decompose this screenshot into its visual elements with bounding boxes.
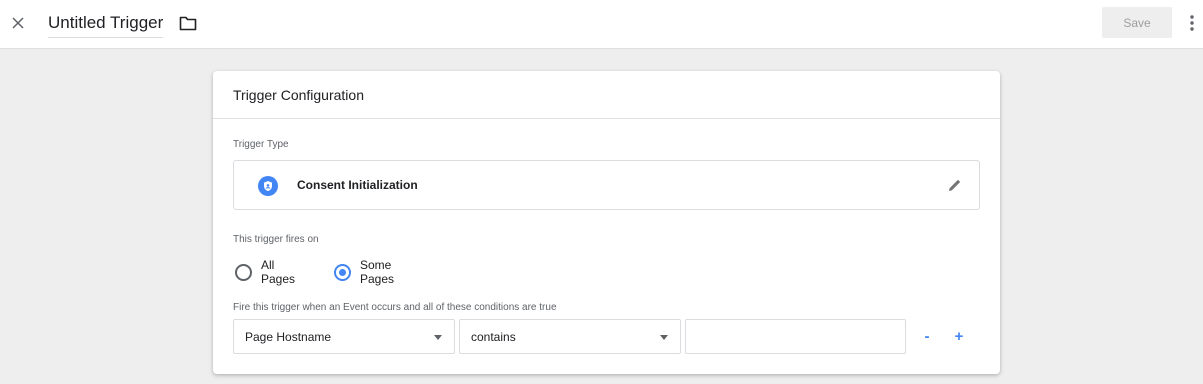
add-condition-button[interactable]: + (949, 326, 969, 346)
radio-all-pages-label: All Pages (261, 258, 296, 286)
pencil-icon[interactable] (946, 176, 964, 194)
radio-some-pages-label: Some Pages (360, 258, 395, 286)
conditions-label: Fire this trigger when an Event occurs a… (233, 302, 557, 313)
dropdown-arrow-icon (660, 335, 668, 340)
shield-icon (258, 176, 278, 196)
radio-some-pages[interactable]: Some Pages (334, 258, 394, 286)
radio-all-pages[interactable]: All Pages (235, 258, 295, 286)
more-vert-icon[interactable] (1186, 12, 1198, 34)
dropdown-arrow-icon (434, 335, 442, 340)
radio-checked-icon (334, 263, 351, 281)
top-bar: Untitled Trigger Save (0, 0, 1203, 49)
save-button[interactable]: Save (1102, 7, 1172, 38)
radio-unchecked-icon (235, 263, 252, 281)
condition-value-input[interactable] (685, 319, 906, 354)
trigger-configuration-card: Trigger Configuration Trigger Type Conse… (213, 71, 1000, 374)
variable-select[interactable]: Page Hostname (233, 319, 455, 354)
fires-on-label: This trigger fires on (233, 234, 319, 245)
close-icon[interactable] (6, 11, 30, 35)
trigger-name-title[interactable]: Untitled Trigger (48, 12, 164, 38)
operator-select-value: contains (471, 330, 516, 344)
card-header: Trigger Configuration (213, 71, 1000, 119)
variable-select-value: Page Hostname (245, 330, 332, 344)
card-title: Trigger Configuration (233, 87, 364, 103)
remove-condition-button[interactable]: - (917, 326, 937, 346)
trigger-type-name: Consent Initialization (297, 178, 418, 192)
trigger-type-label: Trigger Type (233, 139, 289, 150)
operator-select[interactable]: contains (459, 319, 681, 354)
folder-icon[interactable] (178, 13, 198, 33)
trigger-type-selector[interactable]: Consent Initialization (233, 160, 980, 210)
